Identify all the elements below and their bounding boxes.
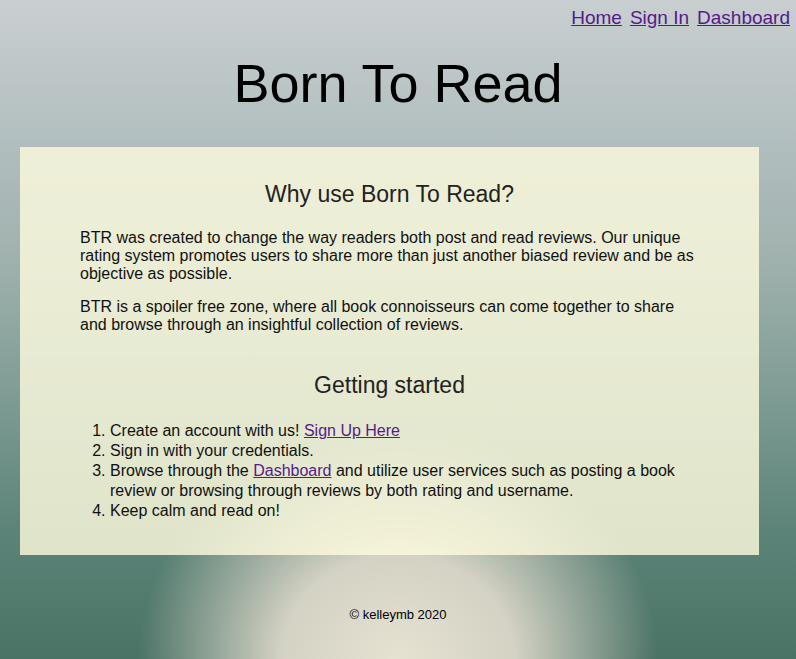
step-item: Keep calm and read on! bbox=[110, 501, 699, 521]
step-item: Sign in with your credentials. bbox=[110, 441, 699, 461]
step-text: Sign in with your credentials. bbox=[110, 442, 314, 459]
info-panel: Why use Born To Read? BTR was created to … bbox=[20, 147, 759, 555]
getting-started-heading: Getting started bbox=[80, 372, 699, 400]
step-link[interactable]: Dashboard bbox=[253, 462, 331, 479]
step-text: Create an account with us! bbox=[110, 422, 299, 439]
nav-link[interactable]: Dashboard bbox=[697, 4, 790, 33]
step-item: Browse through theDashboardand utilize u… bbox=[110, 461, 699, 501]
about-paragraph: BTR was created to change the way reader… bbox=[80, 229, 699, 283]
site-title: Born To Read bbox=[0, 51, 796, 116]
step-item: Create an account with us! Sign Up Here bbox=[110, 421, 699, 441]
step-link[interactable]: Sign Up Here bbox=[304, 422, 400, 439]
top-nav: Home Sign In Dashboard bbox=[0, 0, 796, 33]
step-text: Browse through the bbox=[110, 462, 249, 479]
about-paragraph: BTR is a spoiler free zone, where all bo… bbox=[80, 298, 699, 334]
nav-link[interactable]: Sign In bbox=[630, 4, 689, 33]
footer: © kelleymb 2020 bbox=[0, 605, 796, 625]
about-heading: Why use Born To Read? bbox=[80, 181, 699, 209]
nav-link[interactable]: Home bbox=[571, 4, 622, 33]
steps-list: Create an account with us! Sign Up Here Si… bbox=[80, 421, 699, 521]
step-text: Keep calm and read on! bbox=[110, 502, 280, 519]
